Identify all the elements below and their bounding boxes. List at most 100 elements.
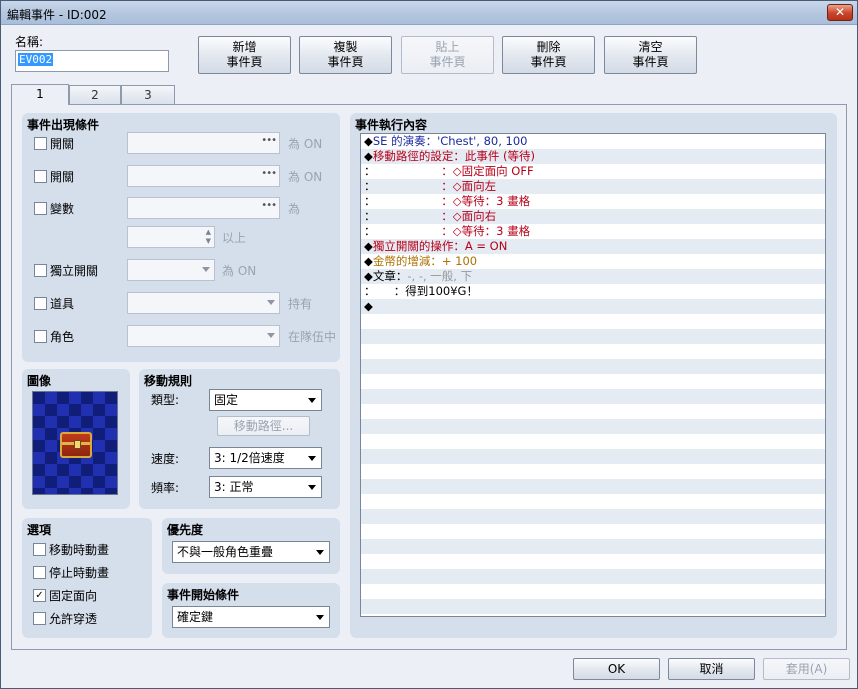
switch2-checkbox[interactable]: [34, 170, 47, 183]
command-line[interactable]: ： ：◇面向右: [361, 209, 825, 224]
event-graphic[interactable]: [32, 391, 118, 495]
tab-page-1[interactable]: 1: [11, 84, 69, 105]
name-label: 名稱:: [15, 35, 44, 49]
empty-command-row[interactable]: [361, 404, 825, 419]
switch2-label: 開關: [50, 170, 75, 184]
walking-anim-checkbox[interactable]: [33, 543, 46, 556]
variable-value-spinner[interactable]: ▲ ▼: [127, 226, 215, 248]
delete-page-label-2: 事件頁: [530, 55, 567, 69]
empty-command-row[interactable]: [361, 389, 825, 404]
command-line[interactable]: ◆獨立開關的操作：A = ON: [361, 239, 825, 254]
switch1-checkbox[interactable]: [34, 137, 47, 150]
command-line[interactable]: ◆: [361, 299, 825, 314]
empty-command-row[interactable]: [361, 419, 825, 434]
command-line[interactable]: ： ：◇等待：3 畫格: [361, 194, 825, 209]
empty-command-row[interactable]: [361, 599, 825, 614]
move-freq-label: 頻率:: [151, 481, 180, 495]
switch1-label: 開關: [50, 137, 75, 151]
empty-command-row[interactable]: [361, 494, 825, 509]
command-line[interactable]: ： ：◇等待：3 畫格: [361, 224, 825, 239]
empty-command-row[interactable]: [361, 434, 825, 449]
command-line[interactable]: ◆金幣的增減：+ 100: [361, 254, 825, 269]
chevron-down-icon: [316, 550, 324, 555]
empty-command-row[interactable]: [361, 449, 825, 464]
empty-command-row[interactable]: [361, 569, 825, 584]
new-page-label-1: 新增: [232, 40, 257, 54]
empty-command-row[interactable]: [361, 464, 825, 479]
switch1-field[interactable]: •••: [127, 132, 280, 154]
ok-button[interactable]: OK: [573, 658, 660, 680]
options-group: 選項 移動時動畫 停止時動畫 ✓ 固定面向 允許穿透: [22, 518, 152, 638]
ellipsis-icon: •••: [261, 135, 277, 146]
empty-command-row[interactable]: [361, 479, 825, 494]
movement-group: 移動規則 類型: 固定 移動路徑... 速度: 3: 1/2倍速度 頻率: 3:…: [139, 369, 340, 509]
command-marker: ◆: [364, 149, 373, 163]
actor-suffix: 在隊伍中: [288, 330, 337, 344]
clear-page-label-2: 事件頁: [632, 55, 669, 69]
actor-select[interactable]: [127, 325, 280, 347]
title-bar[interactable]: 編輯事件 - ID:002 ✕: [1, 1, 857, 25]
contents-group: 事件執行內容 ◆SE 的演奏：'Chest', 80, 100 ◆移動路徑的設定：…: [350, 113, 837, 638]
item-suffix: 持有: [288, 297, 313, 311]
self-switch-label: 獨立開關: [50, 264, 99, 278]
empty-command-row[interactable]: [361, 539, 825, 554]
empty-command-row[interactable]: [361, 374, 825, 389]
command-list[interactable]: ◆SE 的演奏：'Chest', 80, 100 ◆移動路徑的設定：此事件 (等待…: [360, 133, 826, 617]
stepping-anim-checkbox[interactable]: [33, 566, 46, 579]
command-line[interactable]: ： ：◇面向左: [361, 179, 825, 194]
item-select[interactable]: [127, 292, 280, 314]
command-extra: -, -, 一般, 下: [407, 269, 473, 283]
command-line[interactable]: ◆移動路徑的設定：此事件 (等待): [361, 149, 825, 164]
self-switch-checkbox[interactable]: [34, 264, 47, 277]
move-speed-select[interactable]: 3: 1/2倍速度: [209, 447, 322, 469]
command-marker: ◆: [364, 299, 373, 313]
close-button[interactable]: ✕: [827, 4, 853, 21]
switch2-field[interactable]: •••: [127, 165, 280, 187]
name-input[interactable]: EV002: [15, 50, 169, 72]
empty-command-row[interactable]: [361, 329, 825, 344]
command-line[interactable]: ◆文章：-, -, 一般, 下: [361, 269, 825, 284]
chevron-down-icon: [267, 300, 275, 305]
empty-command-row[interactable]: [361, 344, 825, 359]
command-line[interactable]: ： ：◇固定面向 OFF: [361, 164, 825, 179]
move-freq-select[interactable]: 3: 正常: [209, 476, 322, 498]
command-marker: ◆: [364, 269, 373, 283]
direction-fix-checkbox[interactable]: ✓: [33, 589, 46, 602]
delete-page-button[interactable]: 刪除 事件頁: [502, 36, 595, 74]
paste-page-label-2: 事件頁: [429, 55, 466, 69]
empty-command-row[interactable]: [361, 554, 825, 569]
command-text: 移動路徑的設定：此事件 (等待): [372, 149, 535, 163]
empty-command-row[interactable]: [361, 509, 825, 524]
tab-page-3[interactable]: 3: [121, 85, 175, 105]
conditions-group: 事件出現條件 開關 ••• 為 ON 開關 ••• 為 ON 變數 ••• 為 …: [22, 113, 340, 362]
move-type-value: 固定: [214, 393, 239, 407]
clear-page-button[interactable]: 清空 事件頁: [604, 36, 697, 74]
empty-command-row[interactable]: [361, 524, 825, 539]
switch1-suffix: 為 ON: [288, 137, 323, 151]
self-switch-select[interactable]: [127, 259, 215, 281]
trigger-select[interactable]: 確定鍵: [172, 606, 330, 628]
command-line[interactable]: ： ：得到100¥G！: [361, 284, 825, 299]
command-line[interactable]: ◆SE 的演奏：'Chest', 80, 100: [361, 134, 825, 149]
item-checkbox[interactable]: [34, 297, 47, 310]
actor-checkbox[interactable]: [34, 330, 47, 343]
self-switch-suffix: 為 ON: [222, 264, 257, 278]
variable-checkbox[interactable]: [34, 202, 47, 215]
move-type-select[interactable]: 固定: [209, 389, 322, 411]
copy-page-button[interactable]: 複製 事件頁: [299, 36, 392, 74]
move-route-button[interactable]: 移動路徑...: [217, 416, 310, 436]
empty-command-row[interactable]: [361, 314, 825, 329]
empty-command-row[interactable]: [361, 584, 825, 599]
tab-page-2[interactable]: 2: [69, 85, 121, 105]
paste-page-button[interactable]: 貼上 事件頁: [401, 36, 494, 74]
priority-select[interactable]: 不與一般角色重疊: [172, 541, 330, 563]
options-title: 選項: [27, 523, 52, 537]
cancel-button[interactable]: 取消: [668, 658, 755, 680]
command-marker: ：: [364, 209, 376, 223]
empty-command-row[interactable]: [361, 359, 825, 374]
new-page-button[interactable]: 新增 事件頁: [198, 36, 291, 74]
walking-anim-label: 移動時動畫: [49, 543, 110, 557]
variable-field[interactable]: •••: [127, 197, 280, 219]
apply-button[interactable]: 套用(A): [763, 658, 850, 680]
through-checkbox[interactable]: [33, 612, 46, 625]
